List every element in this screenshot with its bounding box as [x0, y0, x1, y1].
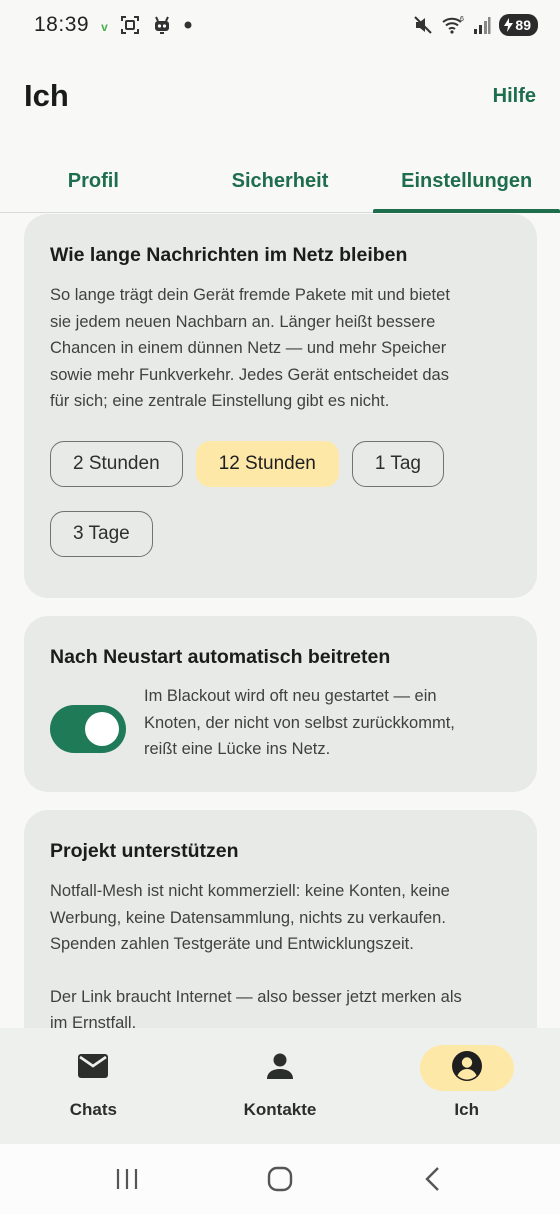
description-line: Der Link braucht Internet — also besser …	[50, 987, 462, 1006]
autojoin-toggle[interactable]	[50, 705, 126, 753]
svg-text:6: 6	[460, 16, 464, 23]
home-button[interactable]	[250, 1159, 310, 1199]
retention-card-title: Wie lange Nachrichten im Netz bleiben	[50, 244, 408, 266]
option-3-tage[interactable]: 3 Tage	[50, 510, 153, 557]
toggle-knob	[85, 712, 119, 746]
recent-apps-button[interactable]	[97, 1159, 157, 1199]
description-line: Notfall-Mesh ist nicht kommerziell: kein…	[50, 882, 450, 900]
support-link-note: Der Link braucht Internet — also besser …	[50, 984, 511, 1029]
description-line: Im Blackout wird oft neu gestartet — ein	[144, 687, 437, 705]
settings-content[interactable]: Wie lange Nachrichten im Netz bleiben So…	[0, 214, 560, 1028]
support-card: Projekt unterstützen Notfall-Mesh ist ni…	[24, 810, 537, 1028]
help-button[interactable]: Hilfe	[493, 85, 536, 108]
battery-charging-icon: 89	[499, 14, 538, 36]
nav-label-chats: Chats	[69, 1100, 117, 1119]
nav-icon-container	[233, 1045, 327, 1091]
autojoin-card: Nach Neustart automatisch beitreten Im B…	[24, 616, 537, 792]
nav-icon-container	[46, 1045, 140, 1091]
description-line: sie jedem neuen Nachbarn an. Länger heiß…	[50, 312, 436, 331]
tab-einstellungen[interactable]: Einstellungen	[373, 150, 560, 213]
autojoin-description: Im Blackout wird oft neu gestartet — ein…	[144, 683, 455, 763]
carrier-mark: v	[101, 20, 108, 34]
description-line: Knoten, der nicht von selbst zurückkommt…	[144, 713, 455, 732]
nav-item-chats[interactable]: Chats	[0, 1028, 187, 1144]
nav-item-kontakte[interactable]: Kontakte	[187, 1028, 374, 1144]
support-card-title: Projekt unterstützen	[50, 840, 239, 862]
description-line: So lange trägt dein Gerät fremde Pakete …	[50, 286, 450, 304]
system-navigation-bar	[0, 1144, 560, 1214]
autojoin-row: Im Blackout wird oft neu gestartet — ein…	[50, 683, 511, 763]
page-title: Ich	[24, 78, 69, 113]
nav-label-kontakte: Kontakte	[243, 1100, 317, 1119]
robot-icon	[152, 15, 172, 35]
nav-icon-container	[419, 1045, 514, 1091]
tab-profil[interactable]: Profil	[0, 150, 187, 212]
retention-description: So lange trägt dein Gerät fremde Pakete …	[50, 282, 511, 415]
status-right: 6 89	[413, 14, 538, 36]
app-bar: Ich Hilfe	[0, 62, 560, 130]
option-12-stunden[interactable]: 12 Stunden	[195, 440, 339, 487]
status-time: 18:39	[34, 13, 90, 36]
retention-options: 2 Stunden 12 Stunden 1 Tag 3 Tage	[50, 440, 511, 557]
description-line: im Ernstfall.	[50, 1014, 137, 1028]
wifi-icon: 6	[441, 15, 465, 35]
status-left: 18:39 v	[34, 13, 192, 37]
support-description: Notfall-Mesh ist nicht kommerziell: kein…	[50, 878, 511, 958]
description-line: sowie mehr Funkverkehr. Jedes Gerät ents…	[50, 365, 449, 384]
status-bar: 18:39 v 6 89	[0, 0, 560, 50]
description-line: für sich; eine zentrale Einstellung gibt…	[50, 392, 390, 410]
mail-icon	[77, 1053, 109, 1084]
option-1-tag[interactable]: 1 Tag	[351, 440, 444, 487]
description-line: Chancen in einem dünnen Netz — und mehr …	[50, 339, 447, 357]
signal-icon	[473, 16, 491, 34]
mute-icon	[413, 15, 433, 35]
account-circle-icon	[451, 1050, 483, 1087]
description-line: reißt eine Lücke ins Netz.	[144, 740, 331, 758]
notification-dot-icon	[184, 21, 192, 29]
retention-card: Wie lange Nachrichten im Netz bleiben So…	[24, 214, 537, 598]
tab-bar: Profil Sicherheit Einstellungen	[0, 150, 560, 213]
back-button[interactable]	[403, 1159, 463, 1199]
autojoin-card-title: Nach Neustart automatisch beitreten	[50, 646, 391, 668]
bottom-navigation: Chats Kontakte Ich	[0, 1028, 560, 1144]
description-line: Werbung, keine Datensammlung, nichts zu …	[50, 908, 446, 927]
tab-sicherheit[interactable]: Sicherheit	[187, 150, 374, 212]
option-2-stunden[interactable]: 2 Stunden	[50, 440, 183, 487]
description-line: Spenden zahlen Testgeräte und Entwicklun…	[50, 935, 414, 953]
person-icon	[266, 1052, 294, 1085]
screenshot-icon	[120, 15, 140, 35]
nav-item-ich[interactable]: Ich	[373, 1028, 560, 1144]
nav-label-ich: Ich	[454, 1100, 479, 1119]
battery-level: 89	[515, 17, 531, 33]
